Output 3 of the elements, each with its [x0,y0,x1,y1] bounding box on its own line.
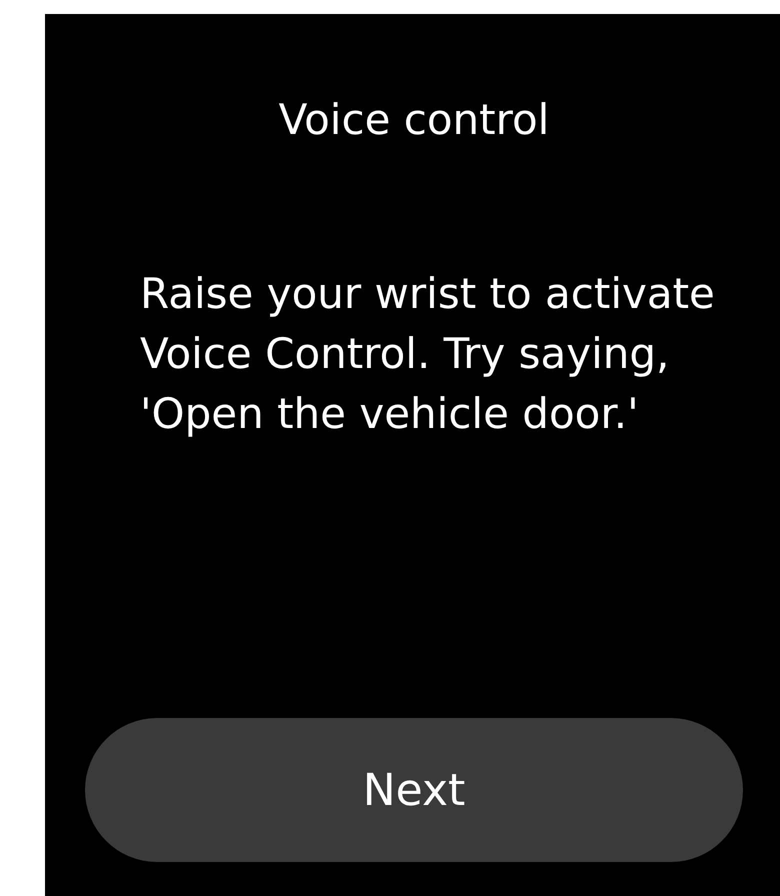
next-button[interactable]: Next [85,718,743,862]
instruction-text: Raise your wrist to activate Voice Control. Try saying, 'Open the vehicle door.' [140,268,716,440]
screen-title: Voice control [278,94,550,146]
